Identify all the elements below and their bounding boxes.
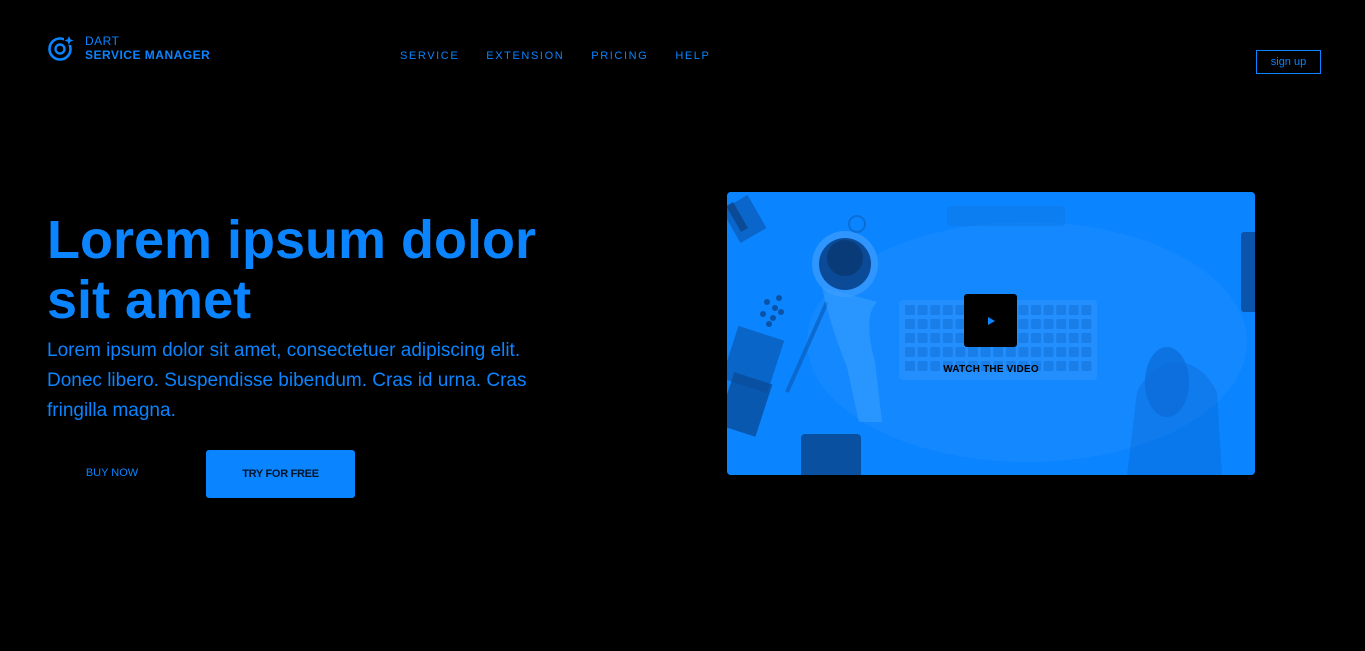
play-button[interactable]	[964, 294, 1017, 347]
sign-up-button[interactable]: sign up	[1256, 50, 1321, 74]
watch-video-label[interactable]: WATCH THE VIDEO	[907, 364, 1075, 375]
video-card[interactable]: WATCH THE VIDEO	[727, 192, 1255, 475]
nav-item-help[interactable]: HELP	[675, 50, 710, 62]
main-nav: SERVICE EXTENSION PRICING HELP	[400, 50, 710, 62]
target-sparkle-icon	[48, 36, 75, 61]
landing-page: DART SERVICE MANAGER SERVICE EXTENSION P…	[0, 0, 1365, 651]
brand-line2: SERVICE MANAGER	[85, 48, 211, 62]
nav-item-service[interactable]: SERVICE	[400, 50, 459, 62]
play-icon	[988, 316, 995, 325]
hero-description: Lorem ipsum dolor sit amet, consectetuer…	[47, 340, 527, 421]
hero-title: Lorem ipsum dolor sit amet	[47, 210, 537, 330]
brand-line1: DART	[85, 34, 120, 48]
brand-name: DART SERVICE MANAGER	[85, 34, 210, 62]
buy-now-button[interactable]: BUY NOW	[60, 450, 164, 496]
nav-item-extension[interactable]: EXTENSION	[486, 50, 564, 62]
try-for-free-button[interactable]: TRY FOR FREE	[206, 450, 355, 498]
brand-logo[interactable]: DART SERVICE MANAGER	[47, 34, 210, 62]
nav-item-pricing[interactable]: PRICING	[591, 50, 648, 62]
